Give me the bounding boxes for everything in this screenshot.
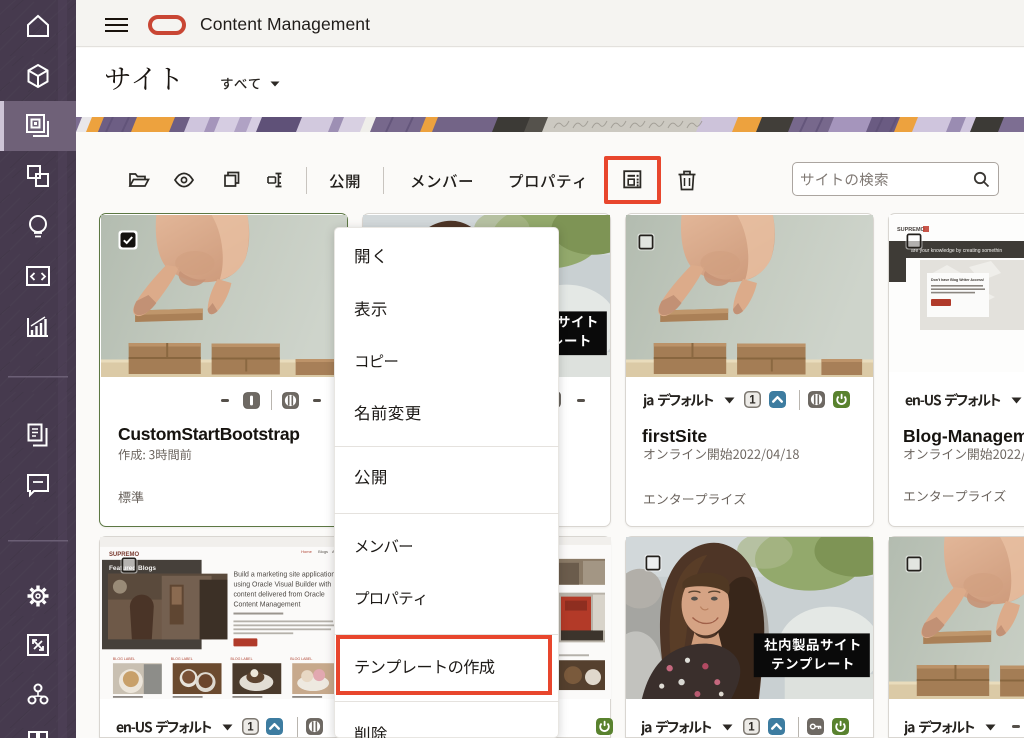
svg-text:Blogs: Blogs (318, 549, 328, 554)
svg-text:BLOG LABEL: BLOG LABEL (230, 657, 252, 661)
svg-text:1: 1 (749, 395, 756, 407)
svg-text:content delivered from Oracle: content delivered from Oracle (233, 592, 324, 599)
svg-text:Build a marketing site applica: Build a marketing site application (233, 572, 335, 579)
svg-text:1: 1 (748, 722, 755, 734)
svg-text:Don't have Blog Writer Access!: Don't have Blog Writer Access! (931, 278, 984, 282)
svg-text:BLOG LABEL: BLOG LABEL (113, 657, 135, 661)
svg-text:Content Management: Content Management (233, 602, 300, 609)
svg-text:Home: Home (301, 549, 312, 554)
svg-text:BLOG LABEL: BLOG LABEL (290, 657, 312, 661)
svg-text:are your knowledge by creating: are your knowledge by creating somethin (911, 248, 1002, 254)
svg-text:BLOG LABEL: BLOG LABEL (171, 657, 193, 661)
svg-text:1: 1 (247, 722, 254, 734)
svg-text:using Oracle Visual Builder wi: using Oracle Visual Builder with (233, 582, 331, 589)
